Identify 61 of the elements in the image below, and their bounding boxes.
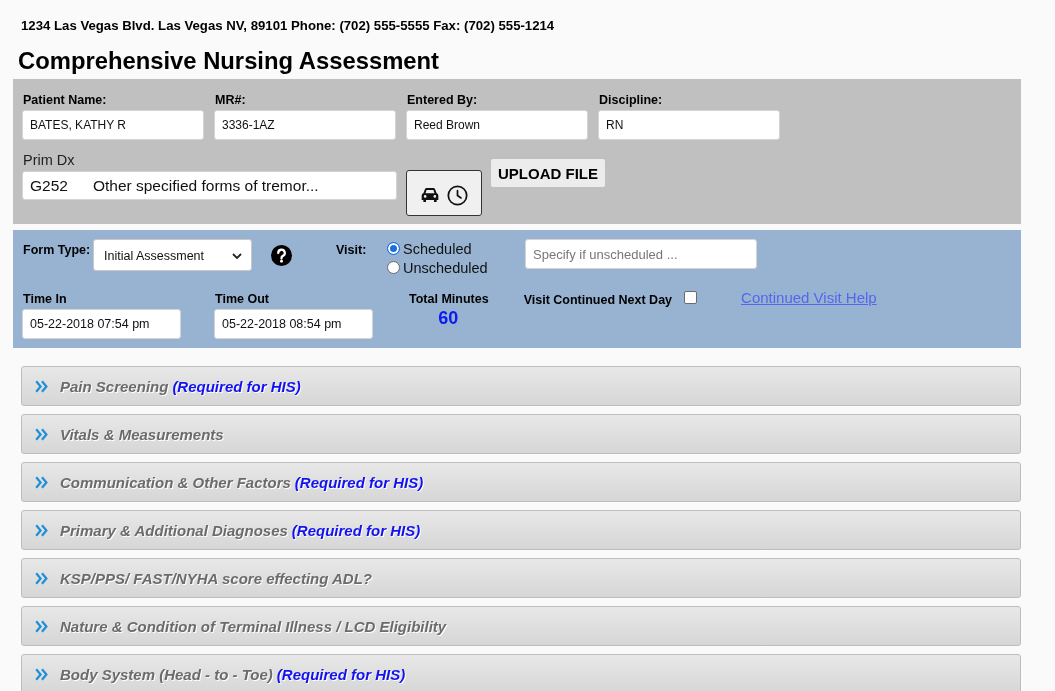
- section-title: Pain Screening: [60, 377, 169, 395]
- section-header[interactable]: Communication & Other Factors (Required for HIS): [21, 462, 1021, 502]
- help-icon[interactable]: [271, 245, 292, 266]
- double-chevron-icon: [35, 379, 48, 393]
- clock-icon: [447, 184, 468, 206]
- section-header[interactable]: Body System (Head - to - Toe) (Required for HIS): [21, 654, 1021, 691]
- field-label: Patient Name:: [22, 92, 107, 108]
- radio-button[interactable]: [387, 242, 400, 255]
- radio-label[interactable]: Unscheduled: [403, 259, 488, 276]
- text-field[interactable]: Reed Brown: [406, 110, 588, 140]
- double-chevron-icon: [35, 571, 48, 585]
- car-icon: [420, 187, 440, 203]
- radio-button[interactable]: [387, 261, 400, 274]
- checkbox[interactable]: [684, 291, 698, 304]
- field-label: Form Type:: [22, 242, 92, 258]
- double-chevron-icon: [35, 523, 48, 537]
- double-chevron-icon: [35, 619, 48, 633]
- total-minutes-value: 60: [438, 307, 459, 329]
- section-header[interactable]: Nature & Condition of Terminal Illness / LCD Eligibility: [21, 606, 1021, 646]
- field-label: MR#:: [214, 92, 246, 108]
- required-note: (Required for HIS): [172, 377, 301, 395]
- section-title: Vitals & Measurements: [60, 425, 224, 443]
- field-label: Visit:: [335, 242, 368, 258]
- chevron-down-icon: [232, 253, 242, 259]
- radio-label[interactable]: Scheduled: [403, 240, 472, 257]
- reason-field[interactable]: Specify if unscheduled ...: [525, 239, 757, 269]
- upload-button[interactable]: UPLOAD FILE: [491, 159, 605, 187]
- checkbox-label: Visit Continued Next Day: [522, 292, 673, 308]
- section-title: KSP/PPS/ FAST/NYHA score effecting ADL?: [60, 569, 372, 587]
- required-note: (Required for HIS): [276, 665, 406, 683]
- field-label: Prim Dx: [22, 152, 75, 169]
- section-title: Primary & Additional Diagnoses: [60, 521, 288, 539]
- time-field[interactable]: 05-22-2018 07:54 pm: [22, 309, 181, 339]
- address-line: 1234 Las Vegas Blvd. Las Vegas NV, 89101 Phone: (702) 555-5555 Fax: (702) 555-1214: [21, 19, 555, 33]
- section-title: Communication & Other Factors: [60, 473, 291, 491]
- double-chevron-icon: [35, 475, 48, 489]
- text-field[interactable]: RN: [598, 110, 780, 140]
- field-label: Time Out: [214, 291, 269, 307]
- page-title: Comprehensive Nursing Assessment: [18, 47, 439, 74]
- section-header[interactable]: Vitals & Measurements: [21, 414, 1021, 454]
- section-header[interactable]: KSP/PPS/ FAST/NYHA score effecting ADL?: [21, 558, 1021, 598]
- field-label: Total Minutes: [408, 291, 489, 307]
- field-label: Time In: [22, 291, 67, 307]
- diagnosis-code: G252: [30, 176, 68, 195]
- section-header[interactable]: Pain Screening (Required for HIS): [21, 366, 1021, 406]
- car-clock-button[interactable]: [406, 170, 482, 216]
- time-field[interactable]: 05-22-2018 08:54 pm: [214, 309, 373, 339]
- section-header[interactable]: Primary & Additional Diagnoses (Required for HIS): [21, 510, 1021, 550]
- diagnosis-field[interactable]: G252 Other specified forms of tremor...: [22, 171, 397, 200]
- section-title: Body System (Head - to - Toe): [60, 665, 273, 683]
- required-note: (Required for HIS): [291, 521, 421, 539]
- double-chevron-icon: [35, 427, 48, 441]
- section-title: Nature & Condition of Terminal Illness / LCD Eligibility: [60, 617, 447, 635]
- text-field[interactable]: 3336-1AZ: [214, 110, 396, 140]
- field-label: Entered By:: [406, 92, 478, 108]
- required-note: (Required for HIS): [294, 473, 424, 491]
- diagnosis-description: Other specified forms of tremor...: [92, 176, 319, 195]
- form-type-select[interactable]: Initial Assessment: [93, 239, 252, 271]
- double-chevron-icon: [35, 667, 48, 681]
- field-label: Discipline:: [598, 92, 663, 108]
- text-field[interactable]: BATES, KATHY R: [22, 110, 204, 140]
